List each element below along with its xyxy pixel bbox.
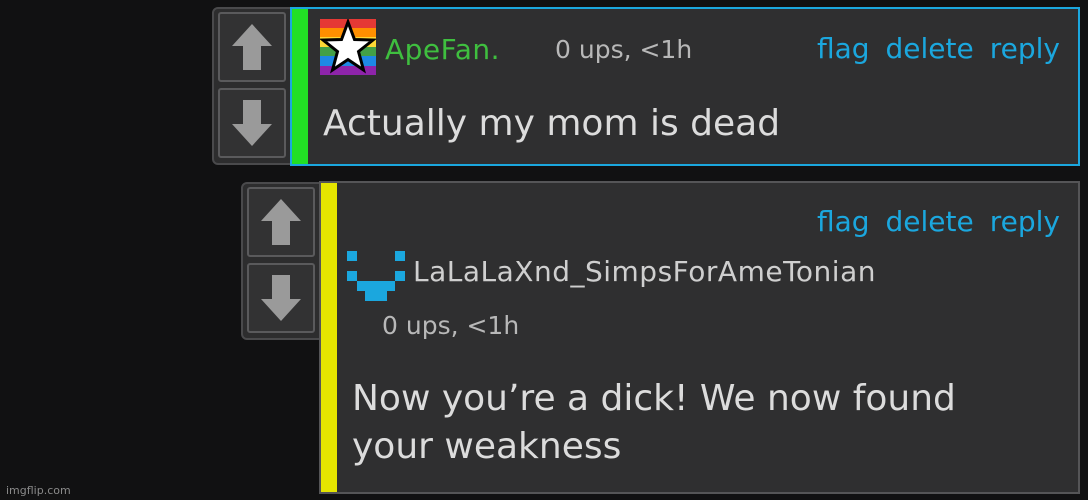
reply-link-2[interactable]: reply xyxy=(990,205,1060,238)
vote-box-2 xyxy=(241,182,327,340)
reply-link-1[interactable]: reply xyxy=(990,32,1060,65)
delete-link-2[interactable]: delete xyxy=(886,205,974,238)
comment-text-2-line-2: your weakness xyxy=(352,426,622,467)
comment-meta-1: 0 ups, <1h xyxy=(555,35,693,64)
comment-username-1[interactable]: ApeFan. xyxy=(385,33,500,66)
comment-1: ApeFan. 0 ups, <1h flag delete reply Act… xyxy=(290,7,1080,166)
arrow-up-icon xyxy=(232,24,272,70)
comment-username-2[interactable]: LaLaLaXnd_SimpsForAmeTonian xyxy=(413,255,876,288)
comment-actions-2: flag delete reply xyxy=(817,205,1060,238)
vote-box-1 xyxy=(212,7,298,165)
arrow-down-icon xyxy=(232,100,272,146)
comment-stripe-2 xyxy=(321,183,337,492)
rainbow-star-icon xyxy=(320,19,376,75)
upvote-button-1[interactable] xyxy=(218,12,286,82)
delete-link-1[interactable]: delete xyxy=(886,32,974,65)
pixel-smiley-icon xyxy=(347,251,405,301)
downvote-button-2[interactable] xyxy=(247,263,315,333)
imgflip-watermark: imgflip.com xyxy=(6,484,71,497)
comment-text-2: Now you’re a dick! We now found your wea… xyxy=(352,375,956,471)
comment-text-1: Actually my mom is dead xyxy=(323,103,781,144)
arrow-down-icon xyxy=(261,275,301,321)
comment-2: flag delete reply LaLaLaXnd_SimpsForAmeT… xyxy=(319,181,1080,494)
arrow-up-icon xyxy=(261,199,301,245)
downvote-button-1[interactable] xyxy=(218,88,286,158)
comment-meta-2: 0 ups, <1h xyxy=(382,311,520,340)
comment-actions-1: flag delete reply xyxy=(817,32,1060,65)
comment-text-2-line-1: Now you’re a dick! We now found xyxy=(352,378,956,419)
flag-link-1[interactable]: flag xyxy=(817,32,870,65)
upvote-button-2[interactable] xyxy=(247,187,315,257)
comment-stripe-1 xyxy=(292,9,308,164)
flag-link-2[interactable]: flag xyxy=(817,205,870,238)
